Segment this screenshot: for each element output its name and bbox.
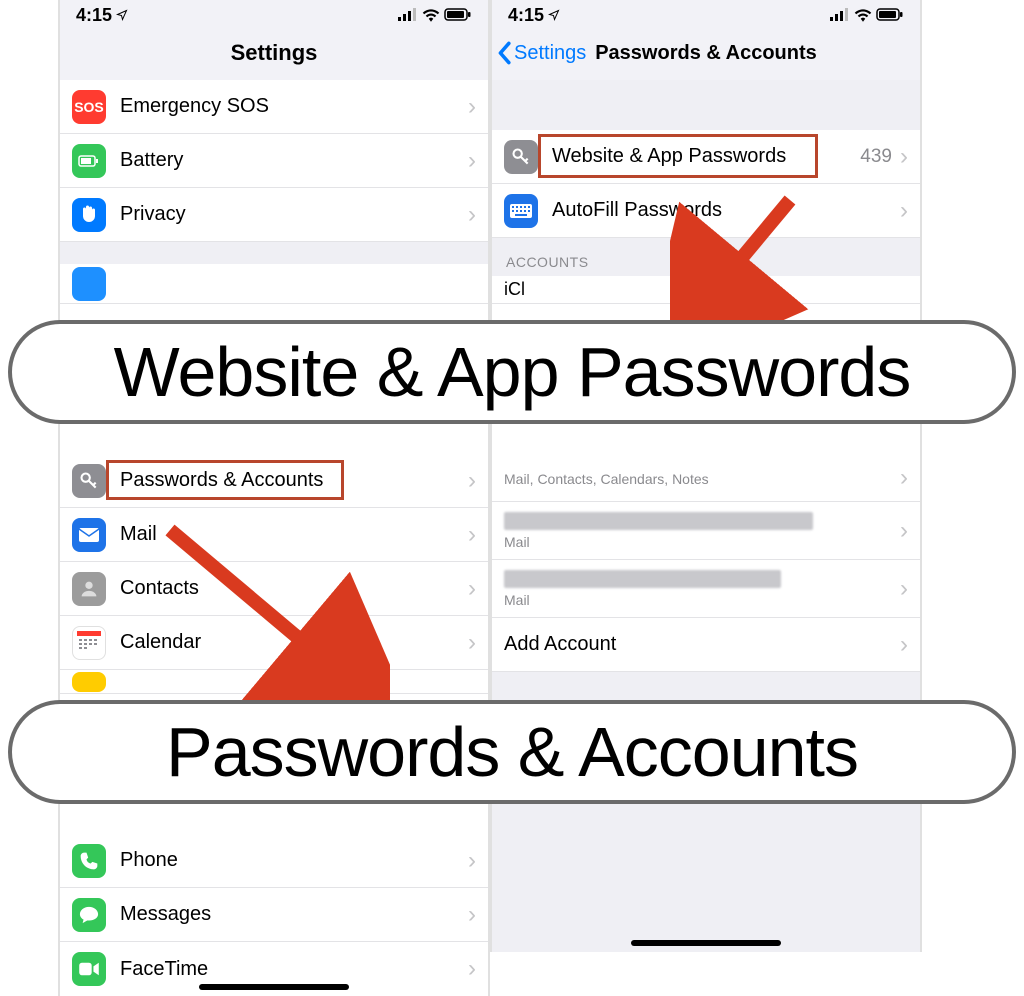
contacts-icon: [72, 572, 106, 606]
chevron-right-icon: ›: [900, 197, 908, 225]
battery-icon: [444, 8, 472, 22]
chevron-right-icon: ›: [468, 201, 476, 229]
passwords-accounts-screen: 4:15 Settings Passwords & Accounts: [490, 0, 922, 952]
callout-website-app-passwords: Website & App Passwords: [8, 320, 1016, 424]
location-icon: [116, 5, 128, 26]
phone-icon: [72, 844, 106, 878]
row-account-3[interactable]: Mail ›: [490, 560, 922, 618]
chevron-right-icon: ›: [468, 93, 476, 121]
status-time: 4:15: [508, 5, 544, 26]
nav-bar: Settings: [58, 26, 490, 80]
chevron-right-icon: ›: [900, 143, 908, 171]
settings-screen: 4:15 Settings SOS Emergency SOS ›: [58, 0, 490, 996]
row-label: Emergency SOS: [120, 95, 468, 118]
arrow-to-bottom-callout: [150, 520, 390, 710]
location-icon: [548, 5, 560, 26]
key-icon: [72, 464, 106, 498]
row-phone[interactable]: Phone ›: [58, 834, 490, 888]
wifi-icon: [854, 8, 872, 22]
row-privacy[interactable]: Privacy ›: [58, 188, 490, 242]
sos-icon: SOS: [72, 90, 106, 124]
status-bar: 4:15: [490, 0, 922, 26]
nav-bar: Settings Passwords & Accounts: [490, 26, 922, 80]
row-label: Battery: [120, 149, 468, 172]
appstore-icon: [72, 267, 106, 301]
chevron-right-icon: ›: [468, 147, 476, 175]
wifi-icon: [422, 8, 440, 22]
callout-passwords-accounts: Passwords & Accounts: [8, 700, 1016, 804]
chevron-right-icon: ›: [468, 521, 476, 549]
back-button[interactable]: Settings: [496, 26, 586, 80]
mail-icon: [72, 518, 106, 552]
row-website-app-passwords[interactable]: Website & App Passwords 439 ›: [490, 130, 922, 184]
row-label: Passwords & Accounts: [120, 469, 468, 492]
row-add-account[interactable]: Add Account ›: [490, 618, 922, 672]
chevron-right-icon: ›: [900, 517, 908, 545]
chevron-right-icon: ›: [468, 901, 476, 929]
account-title-redacted: [504, 512, 813, 530]
account-detail: Mail: [504, 592, 900, 608]
chevron-right-icon: ›: [468, 629, 476, 657]
account-detail: Mail: [504, 534, 900, 550]
home-indicator[interactable]: [631, 940, 781, 946]
chevron-right-icon: ›: [468, 955, 476, 983]
account-title-redacted: [504, 570, 781, 588]
chevron-right-icon: ›: [468, 467, 476, 495]
keyboard-icon: [504, 194, 538, 228]
notes-icon: [72, 672, 106, 692]
status-bar: 4:15: [58, 0, 490, 26]
row-battery[interactable]: Battery ›: [58, 134, 490, 188]
cellular-icon: [830, 8, 850, 22]
key-icon: [504, 140, 538, 174]
privacy-icon: [72, 198, 106, 232]
account-detail: Mail, Contacts, Calendars, Notes: [504, 471, 900, 487]
row-emergency-sos[interactable]: SOS Emergency SOS ›: [58, 80, 490, 134]
page-title: Settings: [231, 40, 318, 66]
battery-icon: [876, 8, 904, 22]
row-label: Phone: [120, 849, 468, 872]
chevron-right-icon: ›: [468, 847, 476, 875]
chevron-right-icon: ›: [468, 575, 476, 603]
row-count: 439: [860, 146, 892, 168]
row-label: Messages: [120, 903, 468, 926]
chevron-right-icon: ›: [900, 631, 908, 659]
row-messages[interactable]: Messages ›: [58, 888, 490, 942]
row-label: Add Account: [504, 633, 900, 656]
row-label: Privacy: [120, 203, 468, 226]
row-itunes-appstore[interactable]: [58, 264, 490, 304]
page-title: Passwords & Accounts: [595, 42, 817, 65]
home-indicator[interactable]: [199, 984, 349, 990]
facetime-icon: [72, 952, 106, 986]
chevron-right-icon: ›: [900, 575, 908, 603]
back-label: Settings: [514, 42, 586, 65]
chevron-right-icon: ›: [900, 464, 908, 492]
calendar-icon: [72, 626, 106, 660]
row-account-1[interactable]: Mail, Contacts, Calendars, Notes ›: [490, 454, 922, 502]
status-time: 4:15: [76, 5, 112, 26]
row-label: Website & App Passwords: [552, 145, 860, 168]
row-passwords-accounts[interactable]: Passwords & Accounts ›: [58, 454, 490, 508]
cellular-icon: [398, 8, 418, 22]
battery-icon: [72, 144, 106, 178]
messages-icon: [72, 898, 106, 932]
arrow-to-top-callout: [670, 190, 810, 340]
row-label: FaceTime: [120, 958, 468, 981]
row-account-2[interactable]: Mail ›: [490, 502, 922, 560]
